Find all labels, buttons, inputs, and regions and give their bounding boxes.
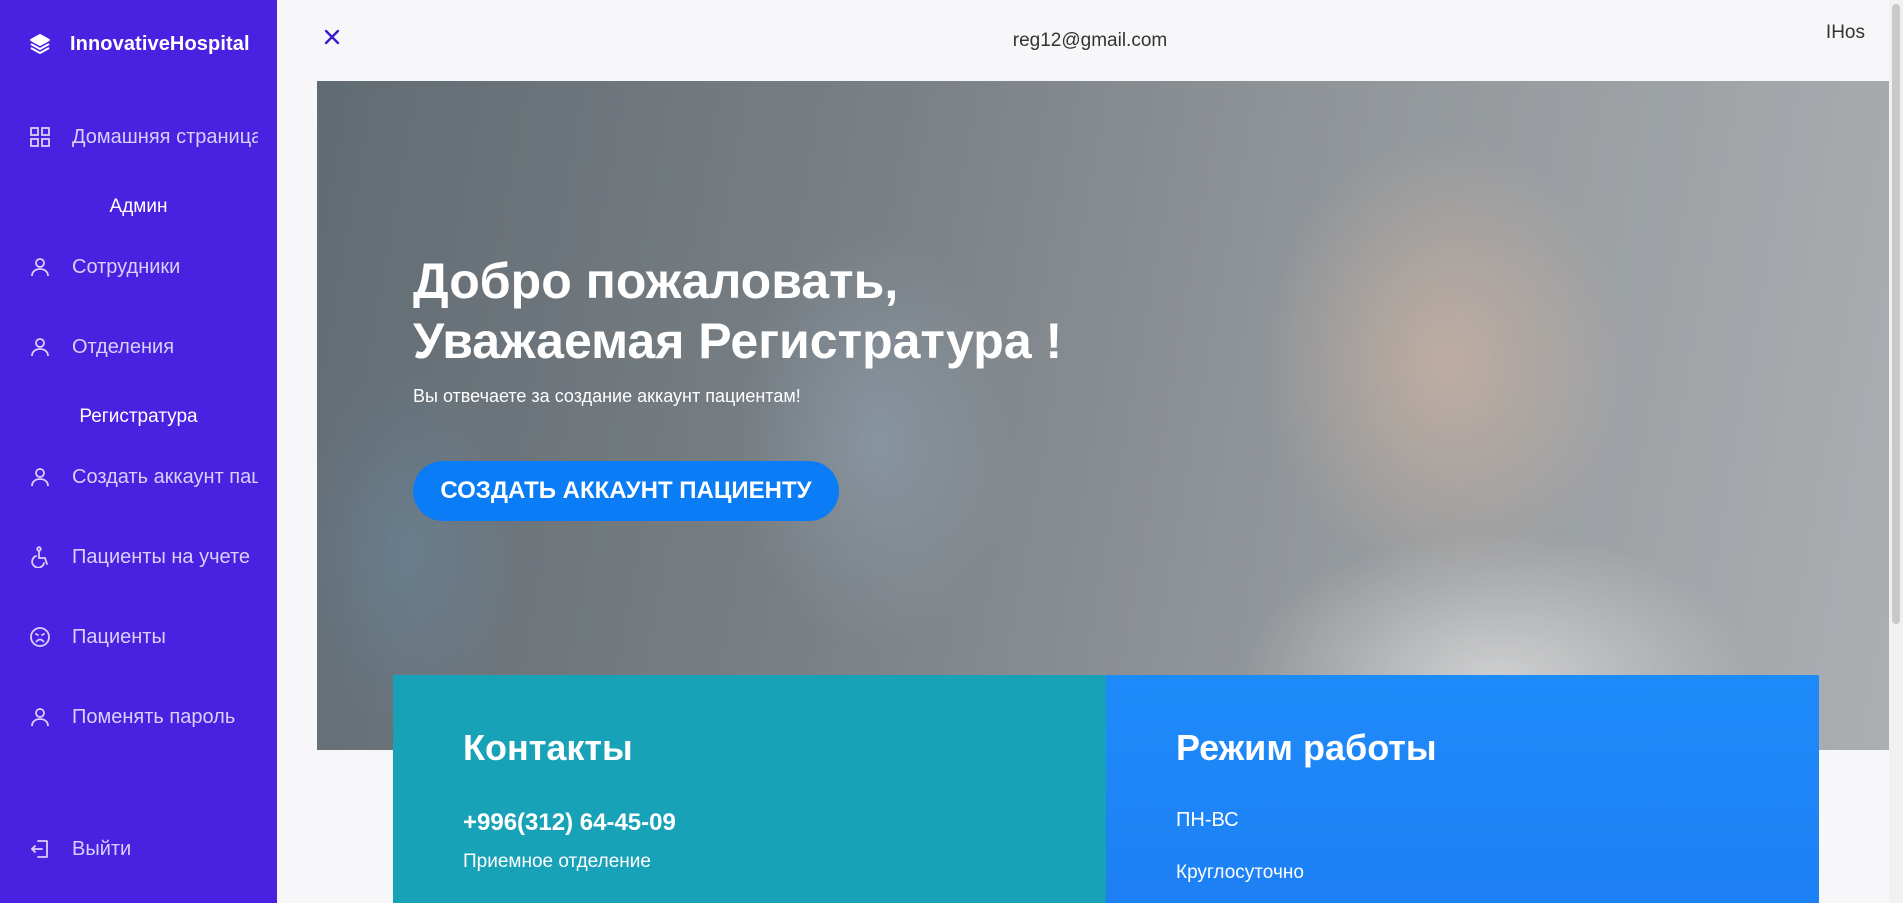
user-icon bbox=[28, 705, 52, 729]
sidebar-item-home[interactable]: Домашняя страница bbox=[28, 117, 258, 157]
hero-title-line1: Добро пожаловать, bbox=[413, 253, 899, 309]
scrollbar-thumb[interactable] bbox=[1892, 4, 1900, 624]
logout-icon bbox=[28, 837, 52, 861]
hero-image bbox=[317, 81, 1895, 750]
brand[interactable]: InnovativeHospital bbox=[28, 32, 250, 56]
sidebar-item-label: Отделения bbox=[72, 335, 175, 358]
section-title-admin: Админ bbox=[109, 196, 168, 217]
wheelchair-icon bbox=[28, 545, 52, 569]
sidebar-item-logout[interactable]: Выйти bbox=[28, 829, 258, 869]
user-icon bbox=[28, 335, 52, 359]
user-icon bbox=[28, 255, 52, 279]
contacts-card: Контакты +996(312) 64-45-09 Приемное отд… bbox=[393, 675, 1106, 903]
contacts-department: Приемное отделение bbox=[463, 851, 651, 872]
sidebar-item-departments[interactable]: Отделения bbox=[28, 327, 258, 367]
user-email: reg12@gmail.com bbox=[1012, 30, 1168, 51]
contacts-phone[interactable]: +996(312) 64-45-09 bbox=[463, 809, 676, 837]
sidebar-item-label: Поменять пароль bbox=[72, 705, 236, 728]
sidebar: InnovativeHospital Домашняя страница Адм… bbox=[0, 0, 277, 903]
sidebar-item-label: Выйти bbox=[72, 837, 132, 860]
hero-title-line2: Уважаемая Регистратура ! bbox=[413, 313, 1063, 369]
sidebar-item-label: Пациенты на учете bbox=[72, 545, 251, 568]
sidebar-item-label: Домашняя страница bbox=[72, 125, 258, 148]
hero-subtitle: Вы отвечаете за создание аккаунт пациент… bbox=[413, 386, 801, 406]
brand-short-link[interactable]: IHos bbox=[1826, 22, 1865, 44]
brand-name: InnovativeHospital bbox=[70, 32, 250, 55]
sidebar-item-label: Пациенты bbox=[72, 625, 166, 648]
layers-icon bbox=[28, 32, 52, 56]
hero-banner: Добро пожаловать, Уважаемая Регистратура… bbox=[317, 81, 1895, 750]
working-schedule: Круглосуточно bbox=[1176, 862, 1304, 883]
sidebar-item-patients[interactable]: Пациенты bbox=[28, 617, 258, 657]
sad-face-icon bbox=[28, 625, 52, 649]
sidebar-item-label: Сотрудники bbox=[72, 255, 181, 278]
working-hours-title: Режим работы bbox=[1176, 727, 1437, 768]
section-title-registry: Регистратура bbox=[79, 406, 198, 427]
grid-icon bbox=[28, 125, 52, 149]
sidebar-item-registered-patients[interactable]: Пациенты на учете bbox=[28, 537, 258, 577]
page-scrollbar[interactable] bbox=[1889, 0, 1903, 903]
sidebar-item-label: Создать аккаунт пациенту bbox=[72, 465, 258, 488]
create-patient-account-button[interactable]: СОЗДАТЬ АККАУНТ ПАЦИЕНТУ bbox=[413, 461, 839, 521]
topbar: reg12@gmail.com IHos bbox=[277, 0, 1903, 80]
user-icon bbox=[28, 465, 52, 489]
hero-title: Добро пожаловать, Уважаемая Регистратура… bbox=[413, 251, 1213, 371]
sidebar-item-employees[interactable]: Сотрудники bbox=[28, 247, 258, 287]
working-hours-card: Режим работы ПН-ВС Круглосуточно bbox=[1106, 675, 1819, 903]
working-days: ПН-ВС bbox=[1176, 809, 1239, 831]
sidebar-item-change-password[interactable]: Поменять пароль bbox=[28, 697, 258, 737]
contacts-title: Контакты bbox=[463, 727, 633, 768]
sidebar-item-create-patient-account[interactable]: Создать аккаунт пациенту bbox=[28, 457, 258, 497]
